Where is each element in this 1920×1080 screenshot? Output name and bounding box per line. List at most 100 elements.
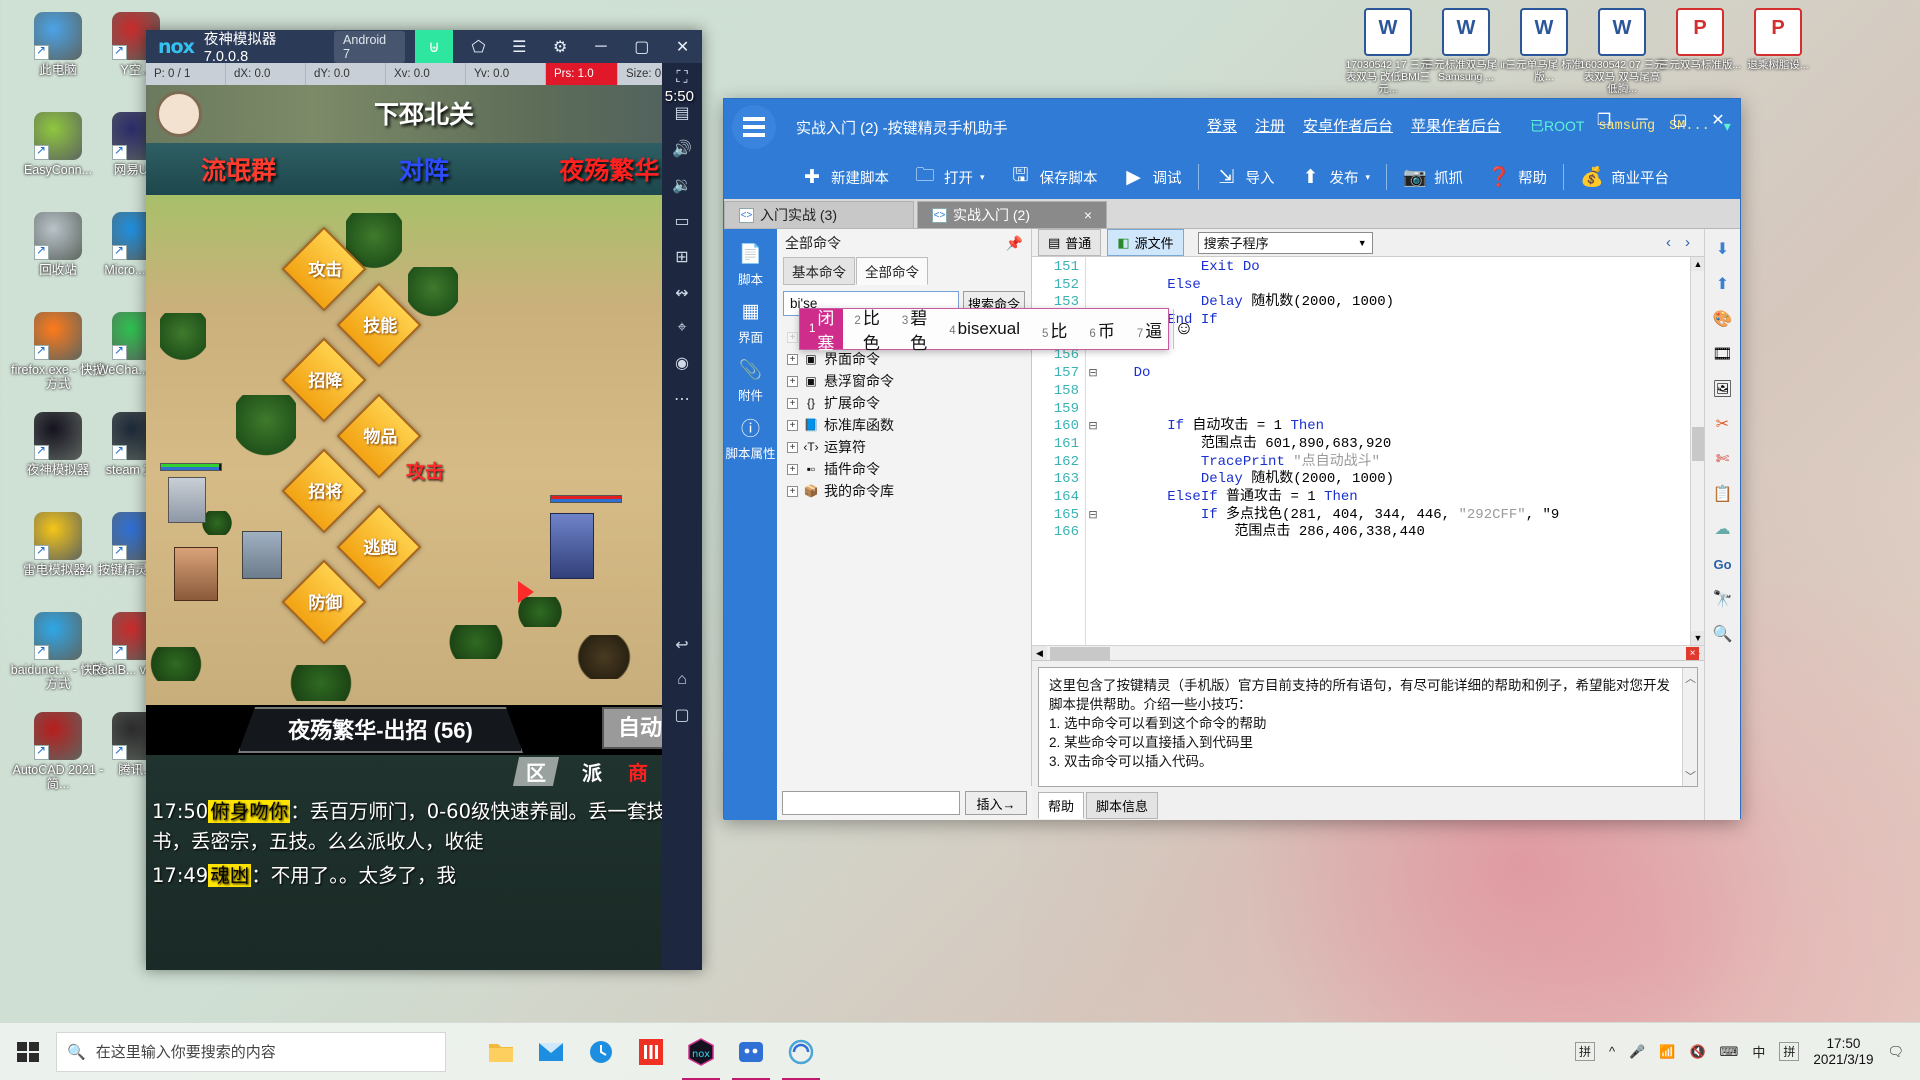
expand-icon[interactable]: + [787, 331, 798, 343]
minimize-icon[interactable]: ─ [586, 33, 617, 61]
chat-tab-2[interactable]: 商 [628, 757, 648, 786]
tab-shizhan-rumen[interactable]: <> 实战入门 (2) × [917, 201, 1107, 228]
fold-toggle[interactable] [1086, 401, 1100, 419]
maximize-icon[interactable]: ▢ [1662, 105, 1698, 135]
command-subtabs[interactable]: 基本命令 全部命令 [777, 257, 1031, 285]
tree-item-plugin-commands[interactable]: + ▪▫ 插件命令 [787, 458, 1031, 480]
red-app-icon[interactable] [626, 1023, 676, 1080]
tree-item-operators[interactable]: + ‹T› 运算符 [787, 436, 1031, 458]
ime-candidate-7[interactable]: 7逼 [1126, 317, 1173, 342]
fold-toggle[interactable]: ⊟ [1086, 365, 1100, 383]
menu-icon[interactable]: ☰ [504, 33, 535, 61]
tab-rumen-shizhan[interactable]: <> 入门实战 (3) [724, 201, 914, 228]
editor-horizontal-scrollbar[interactable]: ◀ ▶ [1032, 645, 1704, 660]
scroll-down-arrow[interactable]: ▼ [1691, 631, 1704, 645]
go-icon[interactable]: Go [1710, 552, 1736, 576]
editor-toolbar[interactable]: ▤ 普通 ◧ 源文件 搜索子程序 ▼ ‹ › [1032, 229, 1704, 257]
code-line[interactable] [1100, 383, 1690, 401]
anjian-main-window[interactable]: 实战入门 (2) -按键精灵手机助手 登录 注册 安卓作者后台 苹果作者后台 已… [723, 98, 1741, 820]
chevron-down-icon[interactable]: ▾ [980, 172, 985, 183]
tab-help[interactable]: 帮助 [1038, 792, 1085, 819]
tree-item-my-command-library[interactable]: + 📦 我的命令库 [787, 480, 1031, 502]
clipboard-icon[interactable]: 📋 [1710, 482, 1736, 506]
ime-candidate-5[interactable]: 5比 [1031, 317, 1078, 342]
clock-icon[interactable] [576, 1023, 626, 1080]
script-tabs[interactable]: <> 入门实战 (3) <> 实战入门 (2) × [724, 199, 1740, 229]
fold-toggle[interactable] [1086, 383, 1100, 401]
insert-input[interactable] [782, 791, 960, 815]
open-button[interactable]: 🗀 打开 ▾ [901, 155, 997, 199]
hscroll-thumb[interactable] [1050, 647, 1110, 660]
tree-item-extension-commands[interactable]: +{} 扩展命令 [787, 392, 1031, 414]
chat-tab-1[interactable]: 派 [582, 757, 602, 786]
code-line[interactable]: 范围点击 601,890,683,920 [1100, 436, 1690, 454]
window-controls[interactable]: ❐ ─ ▢ ✕ [1586, 105, 1736, 135]
left-vertical-rail[interactable]: 📄 脚本 ▦ 界面 📎 附件 ⓘ 脚本属性 [724, 229, 777, 820]
sidebar-item-attachments[interactable]: 📎 附件 [724, 351, 777, 409]
nox-screen[interactable]: 下邳北关 流氓群 对阵 夜殇繁华 攻击 攻击 技能 招降 物品 招将 逃跑 防御… [146, 85, 702, 970]
tree-item-float-window-commands[interactable]: + ▣ 悬浮窗命令 [787, 370, 1031, 392]
ime-mode-label[interactable]: 中 [1752, 1042, 1765, 1061]
ime-candidate-6[interactable]: 6币 [1078, 317, 1125, 342]
right-vertical-rail[interactable]: ⬇ ⬆ 🎨 🎞 🖼 ✂ ✄ 📋 ☁ Go 🔭 🔍 [1704, 229, 1740, 820]
tray-pinyin-badge[interactable]: 拼 [1574, 1042, 1595, 1061]
game-chat-panel[interactable]: 区 派 商 世 17:50俯身吻你：丢百万师门，0-60级快速养副。丢一套技能书… [146, 755, 702, 970]
mail-icon[interactable] [526, 1023, 576, 1080]
nox-emulator-window[interactable]: nox 夜神模拟器 7.0.0.8 Android 7 ⊎ ⬠ ☰ ⚙ ─ ▢ … [146, 30, 702, 970]
fold-toggle[interactable]: ⊟ [1086, 507, 1100, 525]
subroutine-select[interactable]: 搜索子程序 ▼ [1197, 231, 1373, 254]
view-tab-normal[interactable]: ▤ 普通 [1038, 229, 1102, 256]
nav-next-button[interactable]: › [1685, 234, 1690, 251]
microphone-icon[interactable]: 🎤 [1629, 1044, 1645, 1060]
fullscreen-icon[interactable]: ⛶ [676, 69, 687, 87]
scroll-thumb[interactable] [1692, 427, 1704, 461]
tab-script-info[interactable]: 脚本信息 [1086, 792, 1159, 819]
code-line[interactable]: Delay 随机数(2000, 1000) [1100, 471, 1690, 489]
expand-icon[interactable]: + [787, 353, 798, 365]
expand-icon[interactable]: + [787, 375, 798, 387]
scroll-down-arrow[interactable]: ﹀ [1683, 768, 1698, 784]
code-line[interactable]: If 多点找色(281, 404, 344, 446, "292CFF", "9 [1100, 507, 1690, 525]
editor-nav[interactable]: ‹ › [1666, 234, 1698, 251]
binoculars-icon[interactable]: 🔭 [1710, 587, 1736, 611]
recents-icon[interactable]: ▢ [674, 705, 689, 725]
video-record-icon[interactable]: ◉ [675, 353, 689, 373]
insert-row[interactable]: 插入→ [777, 786, 1032, 820]
network-icon[interactable]: 📶 [1659, 1044, 1675, 1060]
insert-button[interactable]: 插入→ [965, 791, 1027, 815]
shake-icon[interactable]: ↭ [675, 283, 688, 303]
anjian-icon[interactable] [726, 1023, 776, 1080]
minimize-icon[interactable]: ─ [1624, 105, 1660, 135]
scroll-up-arrow[interactable]: ▲ [1691, 257, 1704, 271]
android-author-console-link[interactable]: 安卓作者后台 [1303, 115, 1393, 136]
arrow-up-icon[interactable]: ⬆ [1710, 272, 1736, 296]
ime-pinyin-label[interactable]: 拼 [1779, 1042, 1800, 1061]
help-panel[interactable]: × 这里包含了按键精灵（手机版）官方目前支持的所有语句，有尽可能详细的帮助和例子… [1032, 647, 1704, 820]
volume-down-icon[interactable]: 🔉 [672, 175, 692, 195]
desktop-icon-word[interactable]: W 三元标准双马尾 in Samsung ... [1423, 8, 1509, 83]
taskbar-apps[interactable]: nox [476, 1023, 826, 1080]
close-icon[interactable]: ✕ [667, 33, 698, 61]
app-titlebar[interactable]: 实战入门 (2) -按键精灵手机助手 登录 注册 安卓作者后台 苹果作者后台 已… [724, 99, 1740, 155]
comment-icon[interactable]: ✂ [1710, 412, 1736, 436]
more-icon[interactable]: ⋯ [674, 389, 690, 409]
keyboard-icon[interactable]: ⌨ [1720, 1044, 1739, 1060]
code-line[interactable]: TracePrint "点自动战斗" [1100, 454, 1690, 472]
game-channel-tabs[interactable]: 流氓群 对阵 夜殇繁华 [146, 143, 702, 195]
capture-button[interactable]: 📷 抓抓 [1391, 155, 1475, 199]
fold-toggle[interactable] [1086, 471, 1100, 489]
volume-icon[interactable]: 🔇 [1689, 1044, 1705, 1060]
fold-toggle[interactable] [1086, 454, 1100, 472]
expand-icon[interactable]: + [787, 441, 798, 453]
desktop-icon-word[interactable]: W 17030542 17 三元表双马 改低BMI三元... [1345, 8, 1431, 95]
system-tray[interactable]: 拼 ^ 🎤 📶 🔇 ⌨ 中 拼 17:50 2021/3/19 🗨 [1574, 1036, 1920, 1068]
ime-candidate-4[interactable]: 4 bisexual [938, 319, 1031, 339]
desktop-icon-word[interactable]: W 16030542 07 三元表双马 双马尾高低胸... [1579, 8, 1665, 95]
windows-taskbar[interactable]: 🔍 在这里输入你要搜索的内容 nox 拼 ^ 🎤 📶 🔇 ⌨ 中 拼 17:50… [0, 1022, 1920, 1080]
new-script-button[interactable]: ✚ 新建脚本 [788, 155, 901, 199]
ios-author-console-link[interactable]: 苹果作者后台 [1411, 115, 1501, 136]
scroll-up-arrow[interactable]: ︿ [1683, 670, 1698, 686]
import-button[interactable]: ⇲ 导入 [1203, 155, 1287, 199]
smiley-icon[interactable]: ☺ [1173, 309, 1194, 349]
search-text-icon[interactable]: 🔍 [1710, 622, 1736, 646]
